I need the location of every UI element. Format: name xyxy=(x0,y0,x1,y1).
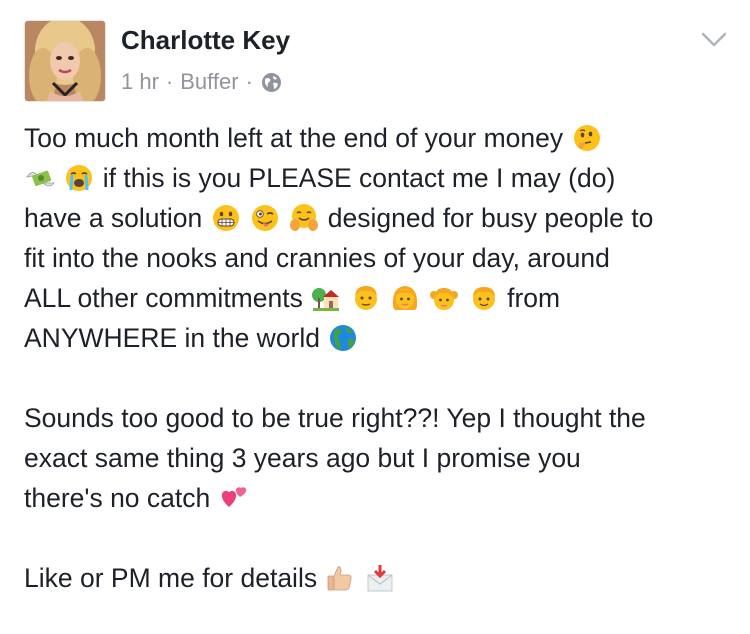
post-text: fit into the nooks and crannies of your … xyxy=(24,243,610,273)
avatar[interactable] xyxy=(24,20,106,102)
loudly-crying-face-emoji-icon xyxy=(64,163,94,193)
meta-separator: · xyxy=(245,69,253,94)
post-text: exact same thing 3 years ago but I promi… xyxy=(24,443,581,473)
post-text: Sounds too good to be true right??! Yep … xyxy=(24,403,646,433)
post-text: ALL other commitments xyxy=(24,283,311,313)
author-name[interactable]: Charlotte Key xyxy=(121,25,290,56)
post-text: Too much month left at the end of your m… xyxy=(24,123,564,153)
globe-icon[interactable] xyxy=(261,72,282,93)
post-meta: 1 hr · Buffer · xyxy=(121,69,282,95)
money-with-wings-emoji-icon xyxy=(25,163,55,193)
post-text: designed for busy people to xyxy=(327,203,654,233)
post-body: Too much month left at the end of your m… xyxy=(24,118,730,598)
facebook-post: Charlotte Key 1 hr · Buffer · Too much m… xyxy=(0,0,750,634)
post-paragraph: Sounds too good to be true right??! Yep … xyxy=(24,398,730,518)
thumbs-up-emoji-icon xyxy=(325,563,355,593)
meta-separator: · xyxy=(165,69,174,94)
grimacing-face-emoji-icon xyxy=(211,203,241,233)
post-text: if this is you PLEASE contact me I may (… xyxy=(102,163,616,193)
house-with-garden-emoji-icon xyxy=(311,283,341,313)
post-paragraph: Like or PM me for details xyxy=(24,558,730,598)
post-text: Like or PM me for details xyxy=(24,563,325,593)
thinking-face-emoji-icon xyxy=(572,123,602,153)
envelope-with-arrow-emoji-icon xyxy=(365,563,395,593)
post-text: have a solution xyxy=(24,203,210,233)
woman-emoji-icon xyxy=(390,283,420,313)
post-text: from xyxy=(507,283,561,313)
post-text: ANYWHERE in the world xyxy=(24,323,328,353)
globe-americas-emoji-icon xyxy=(328,323,358,353)
boy-emoji-icon xyxy=(469,283,499,313)
two-hearts-emoji-icon xyxy=(219,483,249,513)
post-timestamp[interactable]: 1 hr xyxy=(121,69,159,95)
girl-emoji-icon xyxy=(429,283,459,313)
post-paragraph: Too much month left at the end of your m… xyxy=(24,118,730,358)
post-text: there's no catch xyxy=(24,483,218,513)
man-emoji-icon xyxy=(351,283,381,313)
chevron-down-icon[interactable] xyxy=(700,31,728,49)
winking-tongue-face-emoji-icon xyxy=(250,203,280,233)
hugging-face-emoji-icon xyxy=(289,203,319,233)
post-app-link[interactable]: Buffer xyxy=(180,69,238,95)
